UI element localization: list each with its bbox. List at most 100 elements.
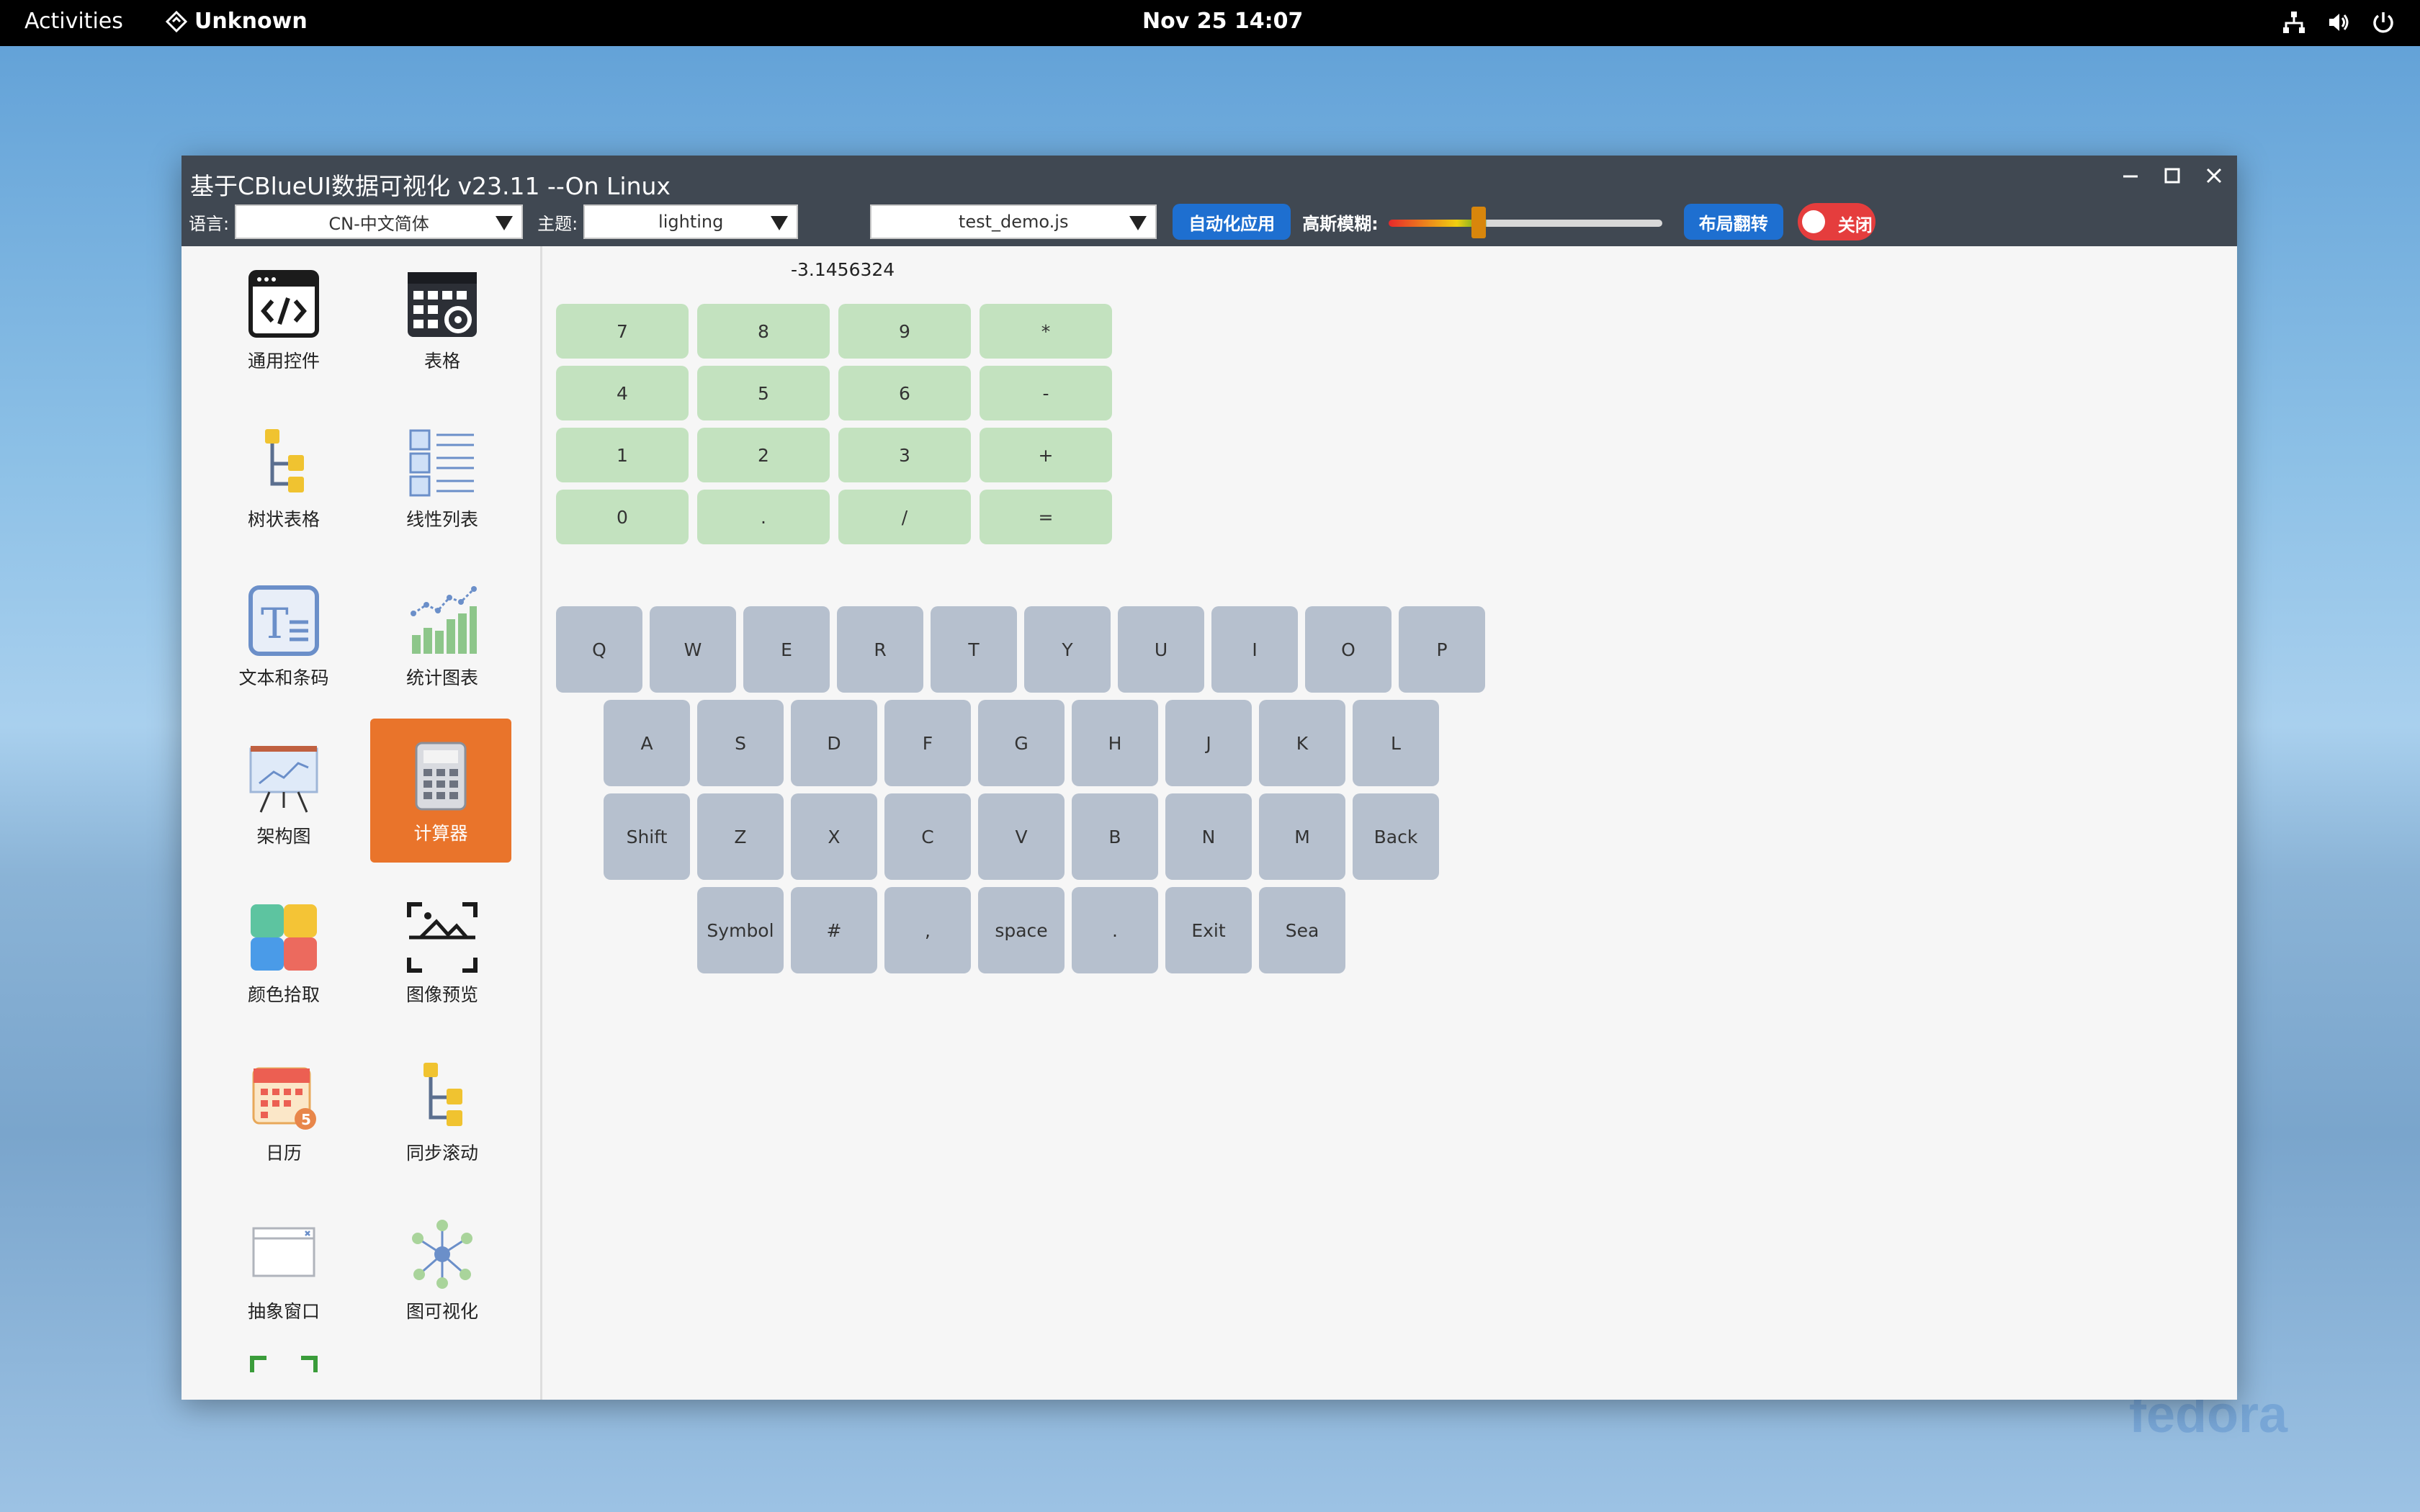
kbd-key-period[interactable]: . <box>1072 887 1158 973</box>
kbd-key-space[interactable]: space <box>978 887 1065 973</box>
kbd-key-r[interactable]: R <box>837 606 923 693</box>
kbd-key-shift[interactable]: Shift <box>604 793 690 880</box>
app-menu[interactable]: Unknown <box>166 9 308 34</box>
sidebar-item-label: 表格 <box>424 351 460 372</box>
toggle-switch[interactable]: 关闭 <box>1797 203 1876 240</box>
sidebar-item-graph-visual[interactable]: 图可视化 <box>372 1197 513 1341</box>
maximize-icon[interactable] <box>2162 166 2182 186</box>
sidebar-item-table[interactable]: 表格 <box>372 246 513 390</box>
layout-flip-button[interactable]: 布局翻转 <box>1683 204 1783 240</box>
sidebar-item-sync-scroll[interactable]: 同步滚动 <box>372 1038 513 1182</box>
sidebar-item-label: 颜色拾取 <box>247 984 320 1005</box>
toggle-label: 关闭 <box>1837 215 1873 235</box>
slider-thumb[interactable] <box>1471 207 1486 238</box>
sidebar-item-tree-table[interactable]: 树状表格 <box>213 405 354 549</box>
kbd-key-h[interactable]: H <box>1072 700 1158 786</box>
calc-key-9[interactable]: 9 <box>838 304 971 359</box>
activities-button[interactable]: Activities <box>24 9 123 34</box>
sidebar-item-common-controls[interactable]: 通用控件 <box>213 246 354 390</box>
calc-key-2[interactable]: 2 <box>697 428 830 482</box>
calendar-icon: 5 <box>252 1067 316 1130</box>
calc-key-1[interactable]: 1 <box>556 428 689 482</box>
calc-key-divide[interactable]: / <box>838 490 971 544</box>
calc-key-8[interactable]: 8 <box>697 304 830 359</box>
calc-key-3[interactable]: 3 <box>838 428 971 482</box>
kbd-key-y[interactable]: Y <box>1024 606 1111 693</box>
title-bar[interactable]: 基于CBlueUI数据可视化 v23.11 --On Linux 语言: CN-… <box>182 156 2237 246</box>
sidebar-item-abstract-window[interactable]: 抽象窗口 <box>213 1197 354 1341</box>
kbd-key-c[interactable]: C <box>884 793 971 880</box>
sidebar-item-label: 架构图 <box>256 826 311 847</box>
sync-scroll-icon <box>424 1063 462 1126</box>
kbd-key-w[interactable]: W <box>650 606 736 693</box>
kbd-key-hash[interactable]: # <box>791 887 877 973</box>
language-select[interactable]: CN-中文简体 <box>235 204 524 239</box>
sidebar-item-label: 日历 <box>265 1143 302 1164</box>
kbd-key-i[interactable]: I <box>1211 606 1298 693</box>
kbd-key-p[interactable]: P <box>1399 606 1485 693</box>
kbd-key-e[interactable]: E <box>743 606 830 693</box>
language-label: 语言: <box>189 213 230 234</box>
calc-key-equals[interactable]: = <box>980 490 1112 544</box>
theme-select[interactable]: lighting <box>583 204 799 239</box>
calc-key-0[interactable]: 0 <box>556 490 689 544</box>
graph-visual-icon <box>412 1220 472 1289</box>
sidebar-item-architecture[interactable]: 架构图 <box>213 721 354 865</box>
sidebar-item-calculator[interactable]: 计算器 <box>370 719 511 863</box>
sidebar-item-label: 抽象窗口 <box>247 1301 320 1322</box>
kbd-key-back[interactable]: Back <box>1353 793 1439 880</box>
kbd-key-b[interactable]: B <box>1072 793 1158 880</box>
calc-key-plus[interactable]: + <box>980 428 1112 482</box>
calc-key-minus[interactable]: - <box>980 366 1112 420</box>
sidebar-item-text-barcode[interactable]: T 文本和条码 <box>213 563 354 707</box>
clock[interactable]: Nov 25 14:07 <box>1142 9 1303 34</box>
calc-key-5[interactable]: 5 <box>697 366 830 420</box>
kbd-key-u[interactable]: U <box>1118 606 1204 693</box>
sidebar-item-label: 统计图表 <box>405 667 478 688</box>
calc-key-dot[interactable]: . <box>697 490 830 544</box>
auto-apply-button[interactable]: 自动化应用 <box>1173 204 1291 240</box>
sidebar-item-color-picker[interactable]: 颜色拾取 <box>213 880 354 1024</box>
kbd-key-l[interactable]: L <box>1353 700 1439 786</box>
kbd-key-q[interactable]: Q <box>556 606 642 693</box>
blur-slider[interactable] <box>1388 204 1662 240</box>
slider-track <box>1388 220 1662 227</box>
kbd-key-o[interactable]: O <box>1305 606 1392 693</box>
sidebar-item-label: 树状表格 <box>247 509 320 530</box>
color-picker-icon <box>251 904 317 971</box>
kbd-key-j[interactable]: J <box>1165 700 1252 786</box>
kbd-key-m[interactable]: M <box>1259 793 1345 880</box>
minimize-icon[interactable] <box>2120 166 2141 186</box>
kbd-key-comma[interactable]: , <box>884 887 971 973</box>
calc-key-7[interactable]: 7 <box>556 304 689 359</box>
kbd-key-n[interactable]: N <box>1165 793 1252 880</box>
kbd-key-x[interactable]: X <box>791 793 877 880</box>
stat-chart-icon <box>411 586 477 654</box>
script-value: test_demo.js <box>958 212 1069 232</box>
sidebar-item-label: 图像预览 <box>405 984 478 1005</box>
kbd-key-g[interactable]: G <box>978 700 1065 786</box>
kbd-key-k[interactable]: K <box>1259 700 1345 786</box>
kbd-key-s[interactable]: S <box>697 700 784 786</box>
kbd-key-symbol[interactable]: Symbol <box>697 887 784 973</box>
kbd-key-z[interactable]: Z <box>697 793 784 880</box>
sidebar-item-linear-list[interactable]: 线性列表 <box>372 405 513 549</box>
system-tray[interactable] <box>2282 10 2396 35</box>
kbd-key-exit[interactable]: Exit <box>1165 887 1252 973</box>
script-select[interactable]: test_demo.js <box>870 204 1157 239</box>
sidebar-item-calendar[interactable]: 5 日历 <box>213 1038 354 1182</box>
sidebar-item-image-preview[interactable]: 图像预览 <box>372 880 513 1024</box>
calc-key-4[interactable]: 4 <box>556 366 689 420</box>
kbd-key-sea[interactable]: Sea <box>1259 887 1345 973</box>
kbd-key-f[interactable]: F <box>884 700 971 786</box>
kbd-key-d[interactable]: D <box>791 700 877 786</box>
kbd-key-t[interactable]: T <box>931 606 1017 693</box>
calc-key-6[interactable]: 6 <box>838 366 971 420</box>
close-icon[interactable] <box>2204 166 2224 186</box>
partial-next-item[interactable] <box>249 1354 318 1375</box>
calc-key-multiply[interactable]: * <box>980 304 1112 359</box>
kbd-key-a[interactable]: A <box>604 700 690 786</box>
kbd-key-v[interactable]: V <box>978 793 1065 880</box>
architecture-board-icon <box>249 746 318 813</box>
sidebar-item-stat-chart[interactable]: 统计图表 <box>372 563 513 707</box>
